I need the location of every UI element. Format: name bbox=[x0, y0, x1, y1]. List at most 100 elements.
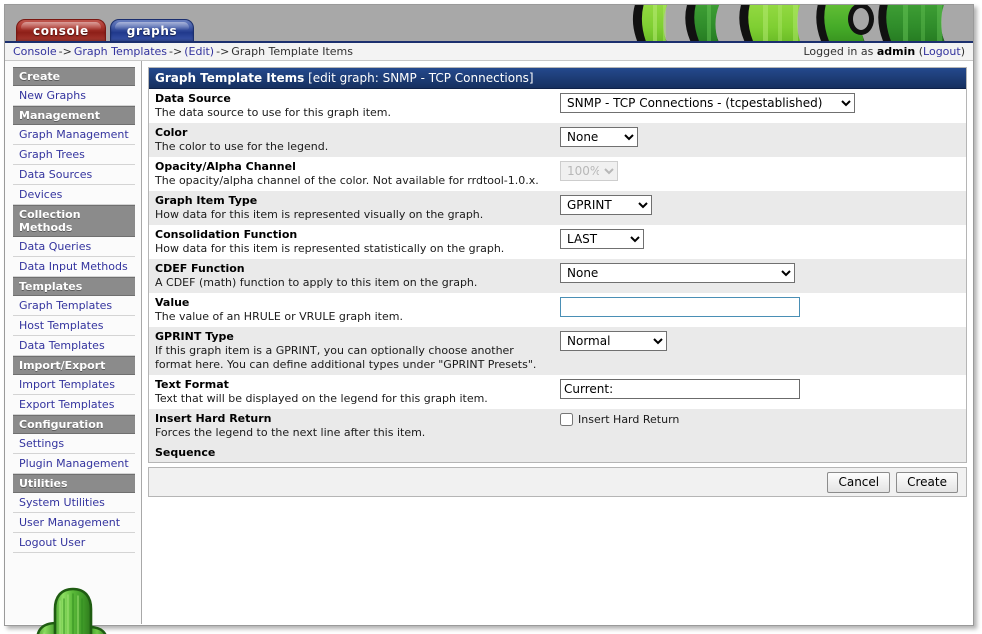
sidebar-group-templates: Templates bbox=[13, 277, 135, 296]
tab-console[interactable]: console bbox=[16, 19, 106, 41]
value-description: The value of an HRULE or VRULE graph ite… bbox=[155, 310, 403, 323]
field-control-block: SNMP - TCP Connections - (tcpestablished… bbox=[560, 92, 960, 113]
sidebar-item-host-templates[interactable]: Host Templates bbox=[13, 316, 135, 336]
color-description: The color to use for the legend. bbox=[155, 140, 329, 153]
create-button[interactable]: Create bbox=[896, 471, 958, 493]
text-format-label: Text Format bbox=[155, 378, 229, 391]
field-label-block: Text Format Text that will be displayed … bbox=[155, 378, 560, 406]
field-label-block: Data Source The data source to use for t… bbox=[155, 92, 560, 120]
sidebar-item-system-utilities[interactable]: System Utilities bbox=[13, 493, 135, 513]
cancel-button[interactable]: Cancel bbox=[827, 471, 891, 493]
sidebar-item-devices[interactable]: Devices bbox=[13, 185, 135, 205]
main-tabs: console graphs bbox=[16, 19, 195, 41]
field-control-block: LAST bbox=[560, 228, 960, 249]
field-row-graph-item-type: Graph Item Type How data for this item i… bbox=[149, 191, 966, 225]
insert-hard-return-label: Insert Hard Return bbox=[155, 412, 272, 425]
field-control-block: None bbox=[560, 126, 960, 147]
breadcrumb-separator: -> bbox=[169, 45, 183, 58]
cactus-logo bbox=[13, 579, 133, 634]
app-window: console graphs Console -> Graph Template… bbox=[0, 0, 982, 634]
window-frame: console graphs Console -> Graph Template… bbox=[4, 4, 974, 634]
sidebar-item-settings[interactable]: Settings bbox=[13, 434, 135, 454]
panel-title-sub: [edit graph: SNMP - TCP Connections] bbox=[304, 71, 534, 85]
sequence-label: Sequence bbox=[155, 446, 216, 459]
field-row-value: Value The value of an HRULE or VRULE gra… bbox=[149, 293, 966, 327]
sidebar-menu: Create New Graphs Management Graph Manag… bbox=[13, 67, 135, 553]
sidebar-item-user-management[interactable]: User Management bbox=[13, 513, 135, 533]
field-control-block bbox=[560, 296, 960, 317]
insert-hard-return-description: Forces the legend to the next line after… bbox=[155, 426, 426, 439]
graph-item-type-label: Graph Item Type bbox=[155, 194, 258, 207]
opacity-select: 100% bbox=[560, 161, 618, 181]
tab-graphs[interactable]: graphs bbox=[109, 19, 195, 41]
field-control-block: Normal bbox=[560, 330, 960, 351]
gprint-type-select[interactable]: Normal bbox=[560, 331, 667, 351]
field-label-block: Color The color to use for the legend. bbox=[155, 126, 560, 154]
sidebar-item-new-graphs[interactable]: New Graphs bbox=[13, 86, 135, 106]
consolidation-function-select[interactable]: LAST bbox=[560, 229, 644, 249]
logout-paren-close: ) bbox=[960, 45, 965, 58]
sidebar-item-data-input-methods[interactable]: Data Input Methods bbox=[13, 257, 135, 277]
sidebar-item-export-templates[interactable]: Export Templates bbox=[13, 395, 135, 415]
sidebar-item-graph-trees[interactable]: Graph Trees bbox=[13, 145, 135, 165]
panel-title-main: Graph Template Items bbox=[155, 71, 305, 85]
breadcrumb-separator: -> bbox=[216, 45, 230, 58]
field-label-block: Consolidation Function How data for this… bbox=[155, 228, 560, 256]
sidebar-group-management: Management bbox=[13, 106, 135, 125]
breadcrumb-item-edit[interactable]: (Edit) bbox=[184, 45, 214, 58]
sidebar-item-graph-templates[interactable]: Graph Templates bbox=[13, 296, 135, 316]
body: Create New Graphs Management Graph Manag… bbox=[5, 61, 973, 634]
graph-item-type-select[interactable]: GPRINT bbox=[560, 195, 652, 215]
sequence-row: Sequence bbox=[149, 443, 966, 462]
sidebar: Create New Graphs Management Graph Manag… bbox=[5, 61, 142, 634]
sidebar-group-utilities: Utilities bbox=[13, 474, 135, 493]
sidebar-item-import-templates[interactable]: Import Templates bbox=[13, 375, 135, 395]
sidebar-group-collection-methods: Collection Methods bbox=[13, 205, 135, 237]
text-format-input[interactable] bbox=[560, 379, 800, 399]
sidebar-item-data-templates[interactable]: Data Templates bbox=[13, 336, 135, 356]
sidebar-item-data-queries[interactable]: Data Queries bbox=[13, 237, 135, 257]
field-row-insert-hard-return: Insert Hard Return Forces the legend to … bbox=[149, 409, 966, 443]
sidebar-group-import-export: Import/Export bbox=[13, 356, 135, 375]
sidebar-item-logout-user[interactable]: Logout User bbox=[13, 533, 135, 553]
data-source-label: Data Source bbox=[155, 92, 231, 105]
cdef-function-label: CDEF Function bbox=[155, 262, 245, 275]
login-status: Logged in as admin (Logout) bbox=[803, 45, 965, 58]
sidebar-item-plugin-management[interactable]: Plugin Management bbox=[13, 454, 135, 474]
insert-hard-return-checkbox[interactable] bbox=[560, 413, 573, 426]
sidebar-item-graph-management[interactable]: Graph Management bbox=[13, 125, 135, 145]
action-bar: Cancel Create bbox=[148, 467, 967, 497]
graph-item-type-description: How data for this item is represented vi… bbox=[155, 208, 484, 221]
field-control-block: Insert Hard Return bbox=[560, 412, 960, 426]
logout-link[interactable]: Logout bbox=[923, 45, 961, 58]
breadcrumb-item-graph-templates[interactable]: Graph Templates bbox=[74, 45, 167, 58]
tab-graphs-label: graphs bbox=[126, 23, 178, 38]
consolidation-function-label: Consolidation Function bbox=[155, 228, 298, 241]
color-label: Color bbox=[155, 126, 188, 139]
field-row-consolidation-function: Consolidation Function How data for this… bbox=[149, 225, 966, 259]
field-row-opacity: Opacity/Alpha Channel The opacity/alpha … bbox=[149, 157, 966, 191]
cdef-function-select[interactable]: None bbox=[560, 263, 795, 283]
sidebar-item-data-sources[interactable]: Data Sources bbox=[13, 165, 135, 185]
value-input[interactable] bbox=[560, 297, 800, 317]
insert-hard-return-checkline[interactable]: Insert Hard Return bbox=[560, 413, 679, 426]
opacity-label: Opacity/Alpha Channel bbox=[155, 160, 296, 173]
breadcrumb-item-console[interactable]: Console bbox=[13, 45, 57, 58]
sidebar-group-create: Create bbox=[13, 67, 135, 86]
field-row-color: Color The color to use for the legend. N… bbox=[149, 123, 966, 157]
cactus-icon bbox=[36, 587, 107, 634]
data-source-select[interactable]: SNMP - TCP Connections - (tcpestablished… bbox=[560, 93, 855, 113]
login-username: admin bbox=[876, 45, 916, 58]
graph-template-items-panel: Graph Template Items [edit graph: SNMP -… bbox=[148, 67, 967, 463]
insert-hard-return-checkbox-label: Insert Hard Return bbox=[578, 413, 680, 426]
panel-title: Graph Template Items [edit graph: SNMP -… bbox=[149, 68, 966, 89]
consolidation-function-description: How data for this item is represented st… bbox=[155, 242, 505, 255]
field-label-block: Value The value of an HRULE or VRULE gra… bbox=[155, 296, 560, 324]
field-label-block: Insert Hard Return Forces the legend to … bbox=[155, 412, 560, 440]
field-control-block: None bbox=[560, 262, 960, 283]
color-select[interactable]: None bbox=[560, 127, 638, 147]
opacity-description: The opacity/alpha channel of the color. … bbox=[155, 174, 539, 187]
field-label-block: GPRINT Type If this graph item is a GPRI… bbox=[155, 330, 560, 372]
field-row-cdef-function: CDEF Function A CDEF (math) function to … bbox=[149, 259, 966, 293]
breadcrumb: Console -> Graph Templates -> (Edit) -> … bbox=[5, 41, 973, 61]
